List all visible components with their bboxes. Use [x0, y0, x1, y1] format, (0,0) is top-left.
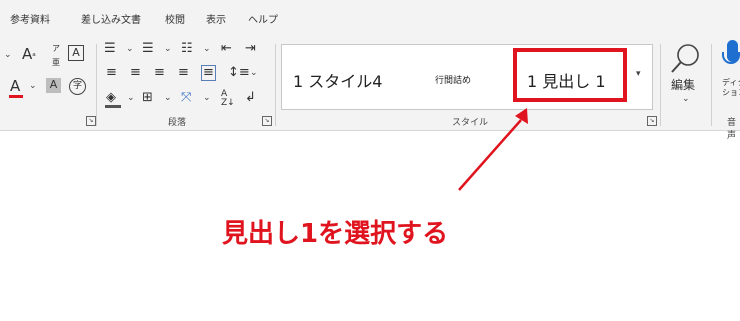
annotation-text: 見出し1を選択する [222, 219, 449, 249]
annotation-arrow [458, 108, 528, 191]
